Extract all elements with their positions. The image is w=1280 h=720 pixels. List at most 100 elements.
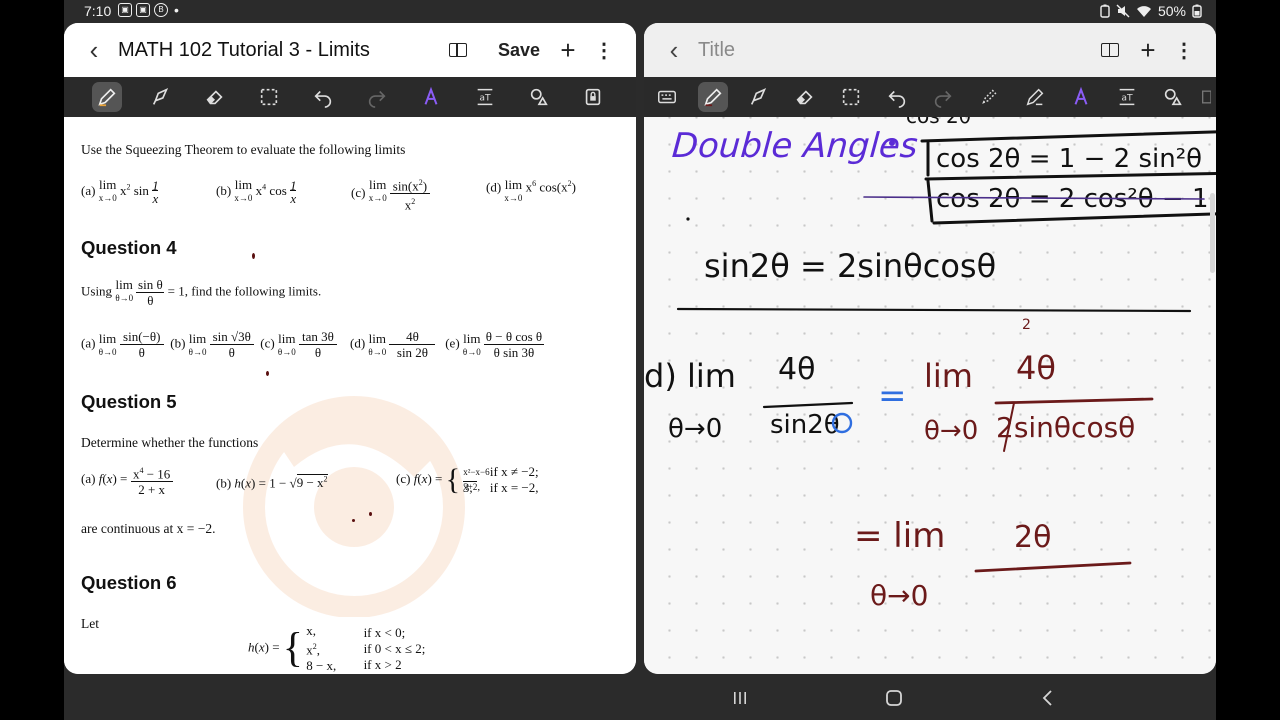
reading-mode-button[interactable] — [1090, 23, 1130, 77]
system-back-button[interactable] — [1036, 686, 1060, 710]
question-6-heading: Question 6 — [81, 572, 177, 593]
battery-percent: 50% — [1157, 3, 1186, 19]
note-title[interactable]: Title — [698, 39, 735, 62]
screen-record-icon: ▣ — [136, 3, 150, 17]
document-title[interactable]: MATH 102 Tutorial 3 - Limits — [118, 39, 370, 62]
pen-style-tool[interactable] — [1012, 77, 1058, 117]
question-6-let: Let — [81, 616, 99, 631]
more-options-button[interactable]: ⋮ — [586, 23, 622, 77]
keyboard-tool[interactable] — [644, 77, 690, 117]
ink-denominator-sin2theta: sin2θ — [770, 410, 840, 440]
right-top-bar: ‹ Title + ⋮ — [644, 23, 1216, 77]
eraser-icon — [796, 90, 813, 105]
eraser-tool[interactable] — [188, 77, 242, 117]
lasso-select-tool[interactable] — [828, 77, 874, 117]
add-page-button[interactable]: + — [1130, 23, 1166, 77]
battery-icon — [1192, 4, 1202, 18]
dotted-pen-icon — [982, 89, 997, 104]
highlighter-tool[interactable] — [736, 77, 782, 117]
shapes-tool[interactable] — [512, 77, 566, 117]
ink-theta-to-zero: θ→0 — [668, 414, 722, 444]
screen-record-icon: ▣ — [118, 3, 132, 17]
letterbox-right — [1216, 0, 1280, 720]
undo-button[interactable] — [874, 77, 920, 117]
pen-tool[interactable] — [690, 77, 736, 117]
pen-mark — [369, 512, 372, 516]
function-a: (a) f(x) = x4 − 16 2 + x — [81, 463, 173, 497]
reading-mode-button[interactable] — [438, 23, 478, 77]
highlighter-tool[interactable] — [134, 77, 188, 117]
save-button[interactable]: Save — [498, 23, 540, 77]
using-text: Using — [81, 283, 113, 299]
pen-mark — [266, 371, 269, 376]
plus-icon: + — [560, 34, 576, 65]
battery-saver-icon — [1100, 4, 1110, 18]
pdf-page[interactable]: Use the Squeezing Theorem to evaluate th… — [64, 117, 636, 674]
theta-limits-row: (a) lim θ→0 sin(−θ) θ (b) lim θ→0 sin √3θ θ … — [81, 329, 544, 360]
pen-icon — [704, 88, 722, 107]
pen-nib-icon — [1026, 88, 1044, 106]
back-button[interactable]: ‹ — [654, 23, 694, 77]
redo-button[interactable] — [350, 77, 404, 117]
ink-equals-maroon: = lim — [854, 516, 945, 556]
university-watermark-logo — [243, 396, 465, 617]
shapes-icon — [1164, 88, 1182, 106]
limit-item-d: (d) lim x→0 x6 cos(x2) — [486, 177, 576, 203]
home-button[interactable] — [882, 686, 906, 710]
dashed-selection-icon — [842, 88, 860, 106]
ink-cos-identity-1: cos 2θ = 1 − 2 sin²θ — [936, 144, 1202, 174]
function-c: (c) f(x) = { x²−x−6 x+2, 3, if x ≠ −2; if … — [396, 463, 539, 496]
highlighter-icon — [152, 88, 169, 105]
canvas-scrollbar[interactable] — [1210, 193, 1215, 273]
redo-icon — [934, 90, 952, 108]
keyboard-icon — [658, 90, 676, 104]
question-5-heading: Question 5 — [81, 391, 177, 412]
chevron-left-icon: ‹ — [669, 34, 679, 65]
squeeze-instructions: Use the Squeezing Theorem to evaluate th… — [81, 142, 406, 157]
text-style-tool[interactable] — [1058, 77, 1104, 117]
back-chevron-icon — [1042, 690, 1052, 706]
text-box-tool[interactable]: aT — [1104, 77, 1150, 117]
lasso-select-tool[interactable] — [242, 77, 296, 117]
ink-numerator-4theta: 4θ — [778, 352, 815, 387]
lasso-pen-tool[interactable] — [966, 77, 1012, 117]
eraser-tool[interactable] — [782, 77, 828, 117]
right-drawing-toolbar: aT — [644, 77, 1216, 117]
chevron-left-icon: ‹ — [89, 34, 99, 65]
shapes-tool[interactable] — [1150, 77, 1196, 117]
ink-superscript-2: 2 — [1022, 317, 1031, 333]
svg-text:aT: aT — [1121, 93, 1133, 104]
left-drawing-toolbar: aT — [64, 77, 636, 117]
book-icon — [1101, 43, 1119, 57]
handwriting-ink-layer: Double Angles cos 2θ cos 2θ = 1 − 2 sin²… — [644, 117, 1216, 612]
question-4-prompt: Using lim θ→0 sin θθ = 1, find the follow… — [81, 277, 322, 308]
dashed-selection-icon — [260, 88, 278, 106]
ink-sin-identity: sin2θ = 2sinθcosθ — [704, 247, 996, 285]
more-options-button[interactable]: ⋮ — [1166, 23, 1202, 77]
back-button[interactable]: ‹ — [74, 23, 114, 77]
text-style-tool[interactable] — [404, 77, 458, 117]
redo-icon — [368, 90, 386, 108]
ink-2sin-cos: 2sinθcosθ — [996, 411, 1135, 444]
ink-d-lim: d) lim — [644, 357, 736, 395]
text-box-icon: aT — [477, 88, 493, 106]
text-box-tool[interactable]: aT — [458, 77, 512, 117]
lock-icon — [585, 88, 601, 106]
pen-mark — [352, 519, 355, 522]
ink-numerator-4theta-maroon: 4θ — [1016, 349, 1056, 387]
ink-double-angles: Double Angles — [671, 126, 920, 166]
handwritten-notes-canvas[interactable]: Double Angles cos 2θ cos 2θ = 1 − 2 sin²… — [644, 117, 1216, 674]
b-app-icon: B — [154, 3, 168, 17]
undo-button[interactable] — [296, 77, 350, 117]
recent-apps-button[interactable] — [728, 686, 752, 710]
pen-tool[interactable] — [80, 77, 134, 117]
limit-item-c: (c) lim x→0 sin(x2) x2 — [351, 175, 430, 213]
question-5-prompt: Determine whether the functions — [81, 435, 259, 450]
more-tools-button[interactable] — [1196, 77, 1216, 117]
add-page-button[interactable]: + — [550, 23, 586, 77]
question-4-heading: Question 4 — [81, 237, 177, 258]
redo-button[interactable] — [920, 77, 966, 117]
limit-item-a: (a) lim x→0 x2 sin 1x — [81, 177, 159, 206]
lock-page-tool[interactable] — [566, 77, 620, 117]
handwriting-a-icon — [1074, 86, 1088, 105]
